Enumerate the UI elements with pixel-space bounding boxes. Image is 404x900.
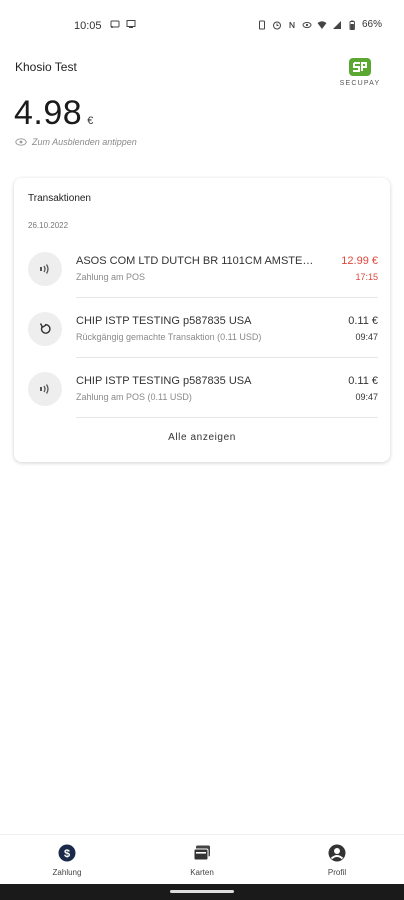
transaction-name: ASOS COM LTD DUTCH BR 1101CM AMSTERDAM — [76, 255, 321, 267]
home-handle[interactable] — [170, 890, 234, 893]
transaction-subtitle: Zahlung am POS (0.11 USD) — [76, 392, 192, 402]
balance-amount: 4.98 — [14, 94, 83, 132]
transaction-subtitle: Zahlung am POS — [76, 272, 146, 282]
contactless-icon — [40, 384, 49, 394]
alarm-icon — [272, 21, 281, 29]
status-time: 10:05 — [74, 20, 102, 32]
transaction-amount: 12.99 € — [341, 255, 378, 267]
balance-currency: € — [87, 115, 94, 127]
hide-hint-text: Zum Ausblenden antippen — [32, 137, 137, 147]
status-bar: 10:05 66% — [0, 0, 404, 54]
transaction-time: 09:47 — [355, 392, 378, 402]
dollar-circle-icon: $ — [58, 844, 76, 862]
system-navigation-bar — [0, 884, 404, 900]
logo-text: SECUPAY — [339, 80, 381, 87]
transaction-name: CHIP ISTP TESTING p587835 USA — [76, 375, 252, 387]
nav-label: Karten — [190, 868, 214, 877]
undo-icon — [39, 323, 51, 334]
transaction-row[interactable]: ASOS COM LTD DUTCH BR 1101CM AMSTERDAM Z… — [28, 238, 378, 298]
bottom-nav: $ Zahlung Karten Profil — [0, 834, 404, 884]
account-name: Khosio Test — [15, 60, 77, 74]
transactions-date: 26.10.2022 — [28, 221, 69, 230]
signal-icon — [332, 20, 341, 29]
cards-icon — [193, 845, 210, 861]
cast-icon — [110, 20, 120, 28]
transaction-time: 17:15 — [355, 272, 378, 282]
battery-percent: 66% — [361, 19, 382, 30]
transaction-row[interactable]: CHIP ISTP TESTING p587835 USA Rückgängig… — [28, 298, 378, 358]
eye-icon — [302, 21, 312, 28]
transactions-title: Transaktionen — [28, 193, 91, 204]
nav-label: Zahlung — [52, 868, 82, 877]
transaction-row[interactable]: CHIP ISTP TESTING p587835 USA Zahlung am… — [28, 358, 378, 418]
transaction-amount: 0.11 € — [348, 375, 378, 387]
transaction-subtitle: Rückgängig gemachte Transaktion (0.11 US… — [76, 332, 262, 342]
profile-icon — [328, 844, 346, 862]
divider — [76, 417, 378, 418]
transactions-card: Transaktionen 26.10.2022 ASOS COM LTD DU… — [14, 178, 390, 462]
eye-icon — [15, 138, 27, 146]
nfc-icon — [289, 21, 295, 28]
hide-balance-hint[interactable]: Zum Ausblenden antippen — [15, 137, 137, 147]
transaction-amount: 0.11 € — [348, 315, 378, 327]
svg-text:$: $ — [64, 848, 70, 860]
wifi-icon — [317, 20, 327, 29]
battery-icon — [349, 20, 355, 30]
balance[interactable]: 4.98 € — [14, 94, 93, 133]
nav-item-profil[interactable]: Profil — [297, 843, 377, 877]
nav-item-karten[interactable]: Karten — [162, 843, 242, 877]
nav-label: Profil — [327, 868, 347, 877]
screen-icon — [126, 20, 136, 28]
transaction-name: CHIP ISTP TESTING p587835 USA — [76, 315, 252, 327]
vibrate-icon — [258, 20, 265, 29]
transaction-time: 09:47 — [355, 332, 378, 342]
show-all-button[interactable]: Alle anzeigen — [14, 432, 390, 443]
nav-item-zahlung[interactable]: $ Zahlung — [27, 843, 107, 877]
contactless-icon — [40, 264, 49, 274]
